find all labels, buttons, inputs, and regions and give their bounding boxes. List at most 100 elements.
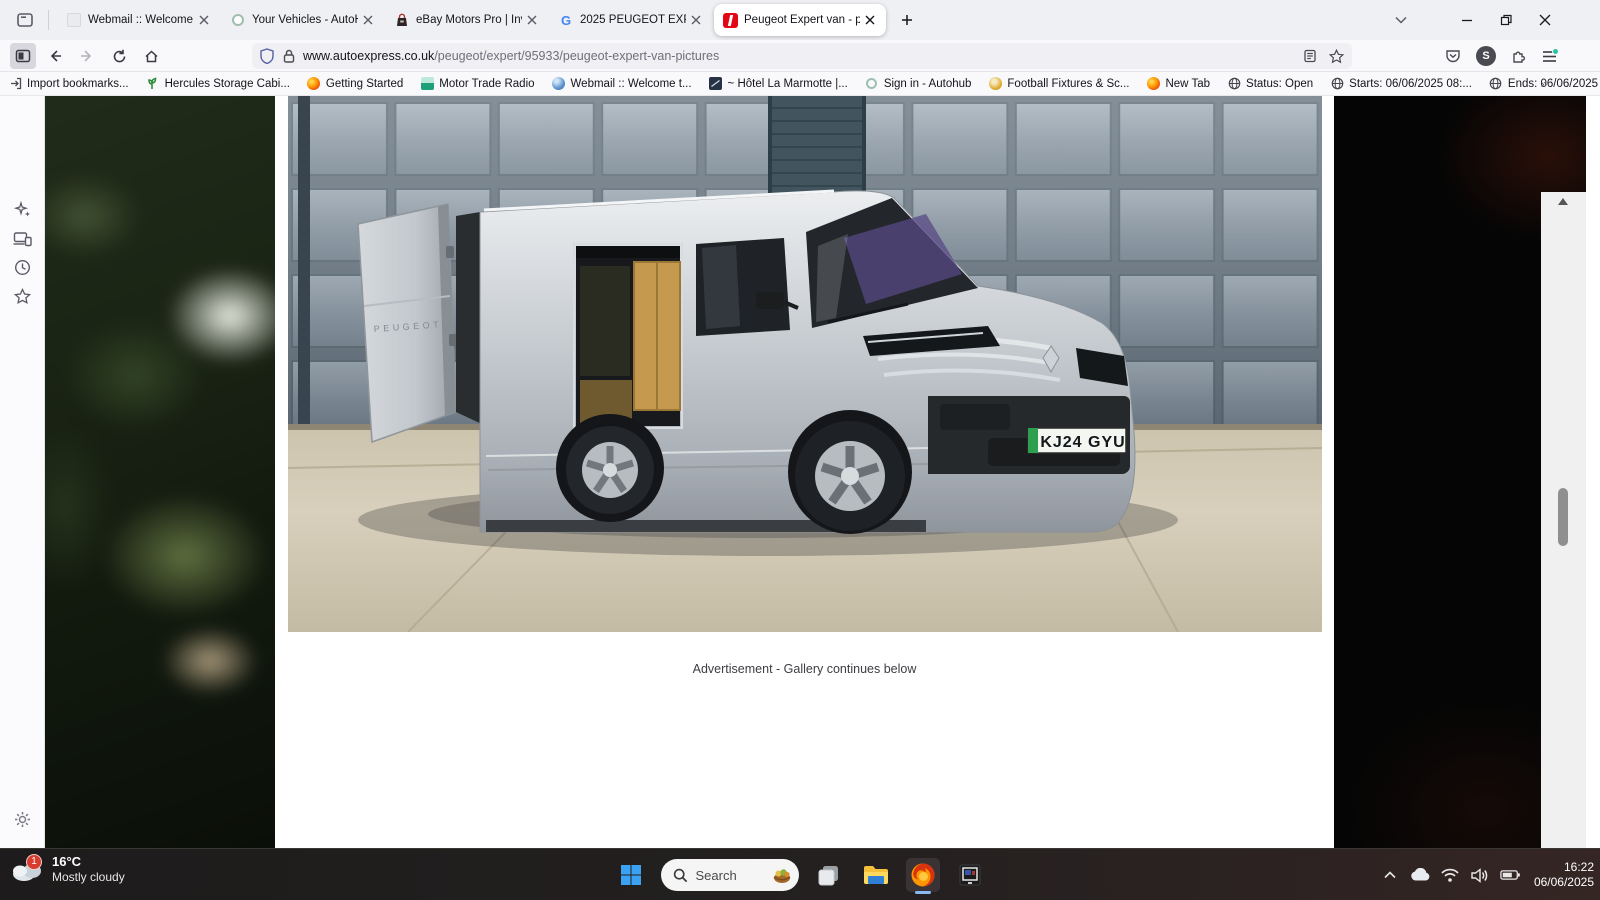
weather-temperature: 16°C	[52, 854, 125, 870]
tab-title: eBay Motors Pro | Inventory	[416, 14, 522, 26]
pocket-button[interactable]	[1440, 43, 1466, 69]
bookmark-star-icon[interactable]	[1329, 49, 1344, 64]
bookmark-label: Status: Open	[1246, 78, 1313, 90]
firefox-view-button[interactable]	[10, 6, 40, 34]
bookmark-starts[interactable]: Starts: 06/06/2025 08:...	[1330, 77, 1472, 91]
home-button[interactable]	[138, 43, 164, 69]
tab-ebay[interactable]: eBay Motors Pro | Inventory	[386, 4, 548, 36]
close-icon	[1539, 14, 1551, 26]
back-arrow-icon	[48, 49, 62, 63]
tray-hidden-icons-chevron[interactable]	[1380, 865, 1400, 885]
bookmark-status-open[interactable]: Status: Open	[1227, 77, 1313, 91]
reader-mode-icon[interactable]	[1303, 49, 1317, 63]
tab-autohub[interactable]: Your Vehicles - AutoHub	[222, 4, 384, 36]
bookmark-getting-started[interactable]: Getting Started	[307, 77, 403, 91]
webmail-globe-icon	[552, 77, 566, 91]
gallery-image-peugeot-expert[interactable]: PEUGEOT	[288, 96, 1322, 632]
bookmark-motor-trade-radio[interactable]: Motor Trade Radio	[420, 77, 534, 91]
bookmarks-overflow-chevron[interactable]: »	[1534, 74, 1554, 94]
list-all-tabs-button[interactable]	[1386, 5, 1416, 35]
sidebar-bookmarks-button[interactable]	[9, 283, 36, 310]
clock-icon	[14, 259, 31, 276]
bookmark-label: Sign in - Autohub	[884, 78, 972, 90]
scrollbar-thumb[interactable]	[1558, 488, 1568, 546]
bookmark-label: Starts: 06/06/2025 08:...	[1349, 78, 1472, 90]
windows-taskbar: 1 16°C Mostly cloudy Search	[0, 848, 1600, 900]
browser-content: PEUGEOT	[0, 96, 1600, 848]
legacy-app-button[interactable]	[953, 858, 987, 892]
firefox-taskbar-button[interactable]	[906, 858, 940, 892]
file-explorer-button[interactable]	[859, 858, 893, 892]
legacy-app-icon	[958, 863, 982, 887]
sidebar-toggle-button[interactable]	[10, 43, 36, 69]
sidebar-ai-chat-button[interactable]	[9, 196, 36, 223]
forward-button[interactable]	[74, 43, 100, 69]
taskbar-clock[interactable]: 16:22 06/06/2025	[1534, 860, 1594, 890]
extension-s-button[interactable]: S	[1473, 43, 1499, 69]
tab-close-icon[interactable]	[860, 10, 880, 30]
tab-webmail[interactable]: Webmail :: Welcome to Webma	[58, 4, 220, 36]
tab-google-search[interactable]: G 2025 PEUGEOT EXPERT DIESEL -	[550, 4, 712, 36]
scroll-up-arrow[interactable]	[1556, 194, 1570, 208]
weather-alert-badge: 1	[26, 854, 42, 870]
new-tab-button[interactable]	[893, 6, 921, 34]
globe-icon	[1330, 77, 1344, 91]
battery-icon[interactable]	[1500, 865, 1520, 885]
onedrive-cloud-icon[interactable]	[1410, 865, 1430, 885]
reload-button[interactable]	[106, 43, 132, 69]
sparkle-icon	[14, 201, 32, 219]
bookmark-label: Import bookmarks...	[27, 78, 129, 90]
van-rear-door: PEUGEOT	[358, 204, 457, 442]
taskbar-search-box[interactable]: Search	[661, 859, 799, 891]
search-label: Search	[696, 868, 771, 883]
sidebar-history-button[interactable]	[9, 254, 36, 281]
hercules-icon	[146, 77, 160, 91]
url-path: /peugeot/expert/95933/peugeot-expert-van…	[434, 49, 719, 63]
sidebar-icon	[15, 48, 31, 64]
page-background-left	[45, 96, 275, 848]
extensions-button[interactable]	[1506, 43, 1532, 69]
reload-icon	[112, 49, 127, 64]
restore-button[interactable]	[1491, 5, 1521, 35]
bookmark-hercules[interactable]: Hercules Storage Cabi...	[146, 77, 290, 91]
minimize-icon	[1461, 14, 1473, 26]
minimize-button[interactable]	[1452, 5, 1482, 35]
license-plate-text: KJ24 GYU	[1040, 434, 1125, 451]
sidebar-settings-button[interactable]	[9, 806, 36, 833]
bookmark-new-tab[interactable]: New Tab	[1146, 77, 1210, 91]
tab-close-icon[interactable]	[686, 10, 706, 30]
star-icon	[14, 288, 31, 305]
globe-icon	[1227, 77, 1241, 91]
extension-s-icon: S	[1476, 46, 1496, 66]
van-cargo-opening	[574, 244, 682, 428]
task-view-button[interactable]	[812, 858, 846, 892]
taskbar-weather-widget[interactable]: 1 16°C Mostly cloudy	[10, 854, 125, 885]
app-menu-button[interactable]	[1536, 43, 1562, 69]
browser-window: Webmail :: Welcome to Webma Your Vehicle…	[0, 0, 1600, 900]
sidebar-synced-tabs-button[interactable]	[9, 225, 36, 252]
wifi-icon[interactable]	[1440, 865, 1460, 885]
page-scrollbar[interactable]	[1541, 192, 1586, 900]
ebay-favicon	[394, 12, 410, 28]
navigation-toolbar: www.autoexpress.co.uk/peugeot/expert/959…	[0, 40, 1600, 72]
bookmark-signin-autohub[interactable]: Sign in - Autohub	[865, 77, 972, 91]
bookmark-label: ~ Hôtel La Marmotte |...	[728, 78, 848, 90]
start-button[interactable]	[614, 858, 648, 892]
webmail-favicon	[66, 12, 82, 28]
volume-icon[interactable]	[1470, 865, 1490, 885]
tab-close-icon[interactable]	[194, 10, 214, 30]
tab-close-icon[interactable]	[522, 10, 542, 30]
bookmark-football-fixtures[interactable]: Football Fixtures & Sc...	[988, 77, 1129, 91]
url-bar[interactable]: www.autoexpress.co.uk/peugeot/expert/959…	[252, 43, 1352, 69]
firefox-sidebar	[0, 96, 45, 848]
tab-autoexpress-active[interactable]: Peugeot Expert van - pictures |	[714, 4, 886, 36]
firefox-icon	[1146, 77, 1160, 91]
close-window-button[interactable]	[1530, 5, 1560, 35]
bookmark-webmail[interactable]: Webmail :: Welcome t...	[552, 77, 692, 91]
bookmark-label: Webmail :: Welcome t...	[571, 78, 692, 90]
task-view-icon	[817, 863, 841, 887]
bookmark-hotel-la-marmotte[interactable]: ~ Hôtel La Marmotte |...	[709, 77, 848, 91]
tab-close-icon[interactable]	[358, 10, 378, 30]
back-button[interactable]	[42, 43, 68, 69]
bookmark-import[interactable]: Import bookmarks...	[8, 77, 129, 91]
